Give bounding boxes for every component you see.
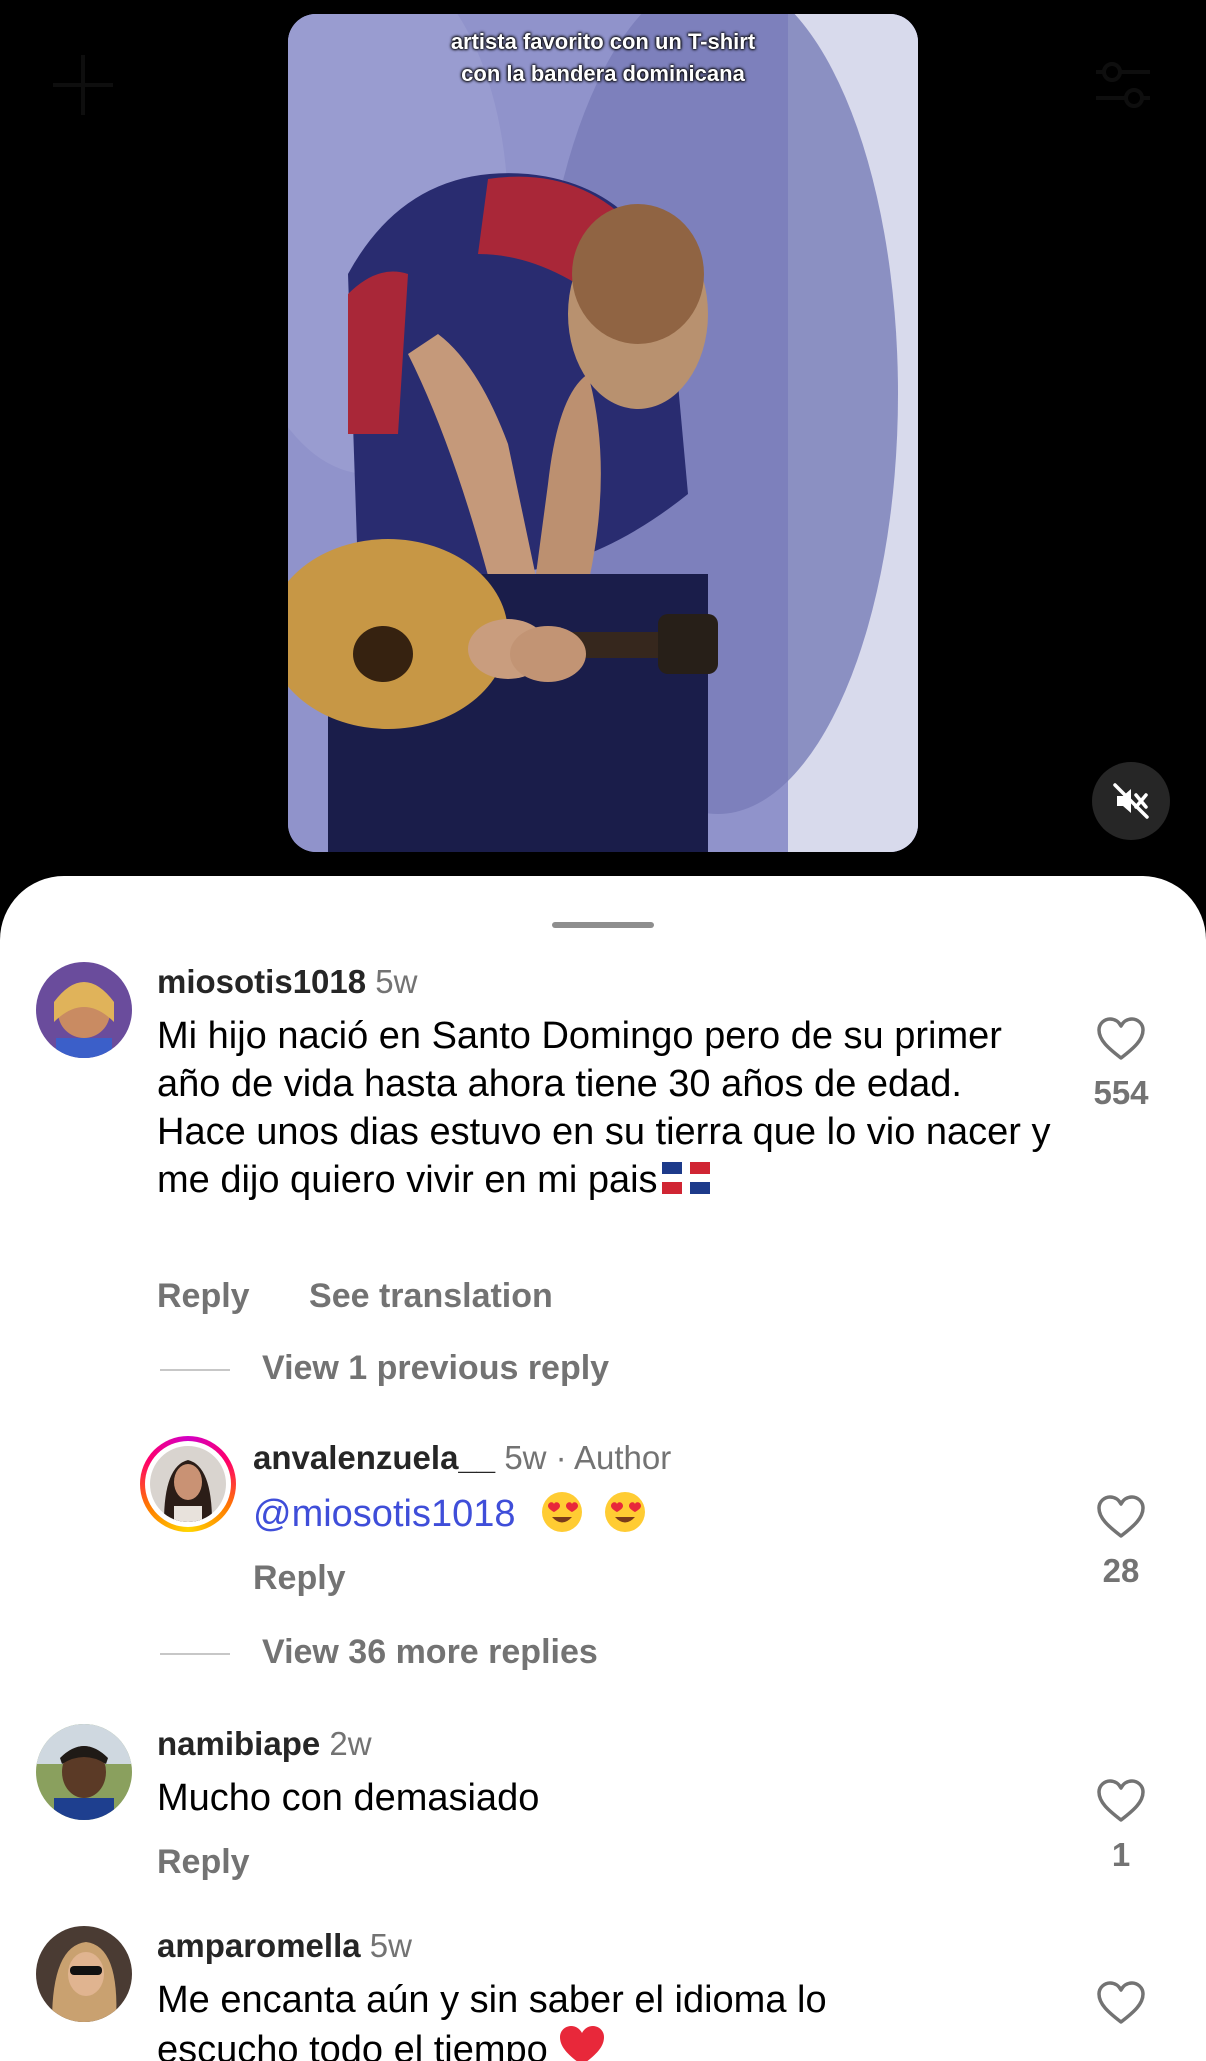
comment-text: Mucho con demasiado — [157, 1777, 540, 1819]
video-area: artista favorito con un T-shirt con la b… — [0, 0, 1206, 880]
comment-actions: Reply — [157, 1842, 300, 1882]
red-heart-emoji — [559, 2026, 604, 2061]
comment-text: @miosotis1018 — [253, 1490, 1013, 1538]
timestamp: 5w — [369, 1927, 412, 1964]
comment-meta: miosotis1018 5w — [157, 962, 417, 1002]
reply-button[interactable]: Reply — [157, 1843, 250, 1881]
avatar-image — [36, 1724, 132, 1820]
view-previous-replies-button[interactable]: View 1 previous reply — [160, 1348, 609, 1388]
avatar[interactable] — [36, 1926, 132, 2022]
video-player[interactable]: artista favorito con un T-shirt con la b… — [288, 14, 918, 852]
like-button[interactable]: 28 — [1076, 1494, 1166, 1590]
comment-meta: anvalenzuela__ 5w · Author — [253, 1438, 671, 1478]
thread-line — [160, 1369, 230, 1372]
avatar[interactable] — [36, 962, 132, 1058]
filter-icon — [1096, 62, 1150, 108]
comment-text-content: Mi hijo nació en Santo Domingo pero de s… — [157, 1015, 1051, 1201]
caption-line-1: artista favorito con un T-shirt — [450, 29, 756, 54]
avatar-image — [36, 962, 132, 1058]
caption-line-2: con la bandera dominicana — [461, 61, 745, 86]
view-more-replies-button[interactable]: View 36 more replies — [160, 1632, 598, 1672]
heart-eyes-emoji — [604, 1492, 645, 1532]
reply-button[interactable]: Reply — [253, 1559, 346, 1597]
video-frame-image — [288, 14, 918, 852]
heart-outline-icon — [1097, 1981, 1145, 2024]
avatar-image — [36, 1926, 132, 2022]
comment-meta: namibiape 2w — [157, 1724, 372, 1764]
thread-line — [160, 1653, 230, 1656]
like-count: 1 — [1111, 1836, 1131, 1873]
create-plus-icon — [53, 55, 113, 115]
username[interactable]: anvalenzuela__ — [253, 1439, 495, 1476]
video-caption: artista favorito con un T-shirt con la b… — [288, 26, 918, 90]
dominican-flag-emoji — [661, 1162, 710, 1194]
timestamp: 5w — [375, 963, 418, 1000]
like-button[interactable]: 1 — [1076, 1778, 1166, 1874]
speaker-muted-icon — [1113, 783, 1149, 819]
comment-meta: amparomella 5w — [157, 1926, 412, 1966]
like-count: 28 — [1102, 1552, 1140, 1589]
avatar[interactable] — [36, 1724, 132, 1820]
mention-link[interactable]: @miosotis1018 — [253, 1493, 515, 1535]
mute-button[interactable] — [1092, 762, 1170, 840]
comment-text: Mi hijo nació en Santo Domingo pero de s… — [157, 1012, 1057, 1204]
avatar-image — [150, 1446, 226, 1522]
comment-text-content: Me encanta aún y sin saber el idioma lo … — [157, 1979, 827, 2061]
timestamp: 2w — [329, 1725, 372, 1762]
comments-sheet: miosotis1018 5w Mi hijo nació en Santo D… — [0, 876, 1206, 2061]
heart-eyes-emoji — [542, 1492, 583, 1532]
like-count: 554 — [1093, 1074, 1149, 1111]
comment-actions: Reply See translation — [157, 1276, 603, 1316]
author-badge: · Author — [555, 1439, 672, 1476]
see-translation-button[interactable]: See translation — [309, 1277, 553, 1315]
heart-outline-icon — [1097, 1779, 1145, 1822]
username[interactable]: namibiape — [157, 1725, 320, 1762]
timestamp: 5w — [504, 1439, 547, 1476]
username[interactable]: miosotis1018 — [157, 963, 366, 1000]
comment-actions: Reply — [253, 1558, 396, 1598]
like-button[interactable] — [1076, 1980, 1166, 2026]
sheet-grabber[interactable] — [552, 922, 654, 928]
reply-button[interactable]: Reply — [157, 1277, 250, 1315]
heart-outline-icon — [1097, 1495, 1145, 1538]
heart-outline-icon — [1097, 1017, 1145, 1060]
like-button[interactable]: 554 — [1076, 1016, 1166, 1112]
story-ring-avatar[interactable] — [140, 1436, 236, 1532]
thread-link-label: View 1 previous reply — [262, 1349, 610, 1387]
thread-link-label: View 36 more replies — [262, 1633, 598, 1671]
comment-text: Me encanta aún y sin saber el idioma lo … — [157, 1976, 957, 2061]
username[interactable]: amparomella — [157, 1927, 361, 1964]
